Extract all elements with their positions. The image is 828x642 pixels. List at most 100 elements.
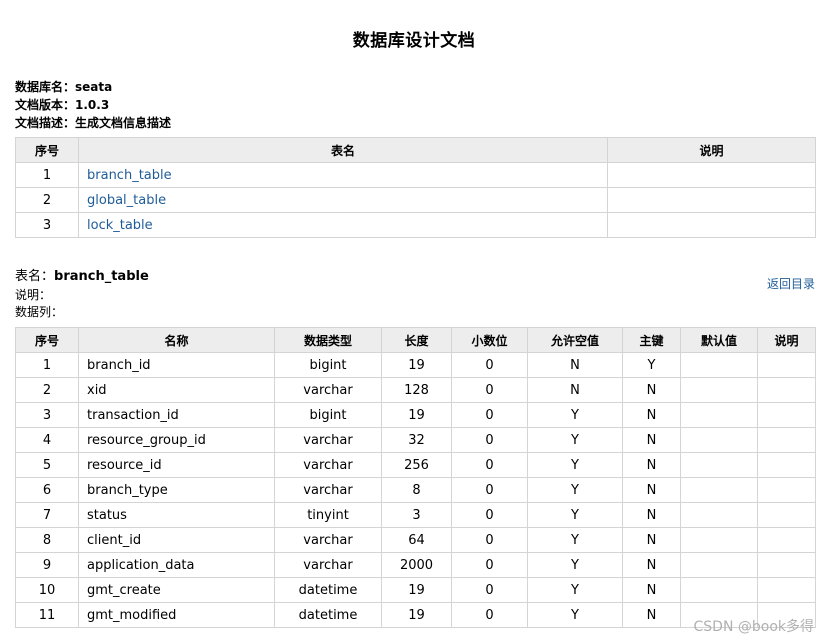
doc-title: 数据库设计文档 [352,31,476,51]
col-default [680,527,758,553]
table-link-branch-table[interactable]: branch_table [87,168,172,183]
col-desc [757,477,816,503]
table-link-global-table[interactable]: global_table [87,193,166,208]
toc-row-desc [607,212,816,238]
toc-row: 3 lock_table [15,212,816,238]
back-to-toc-link[interactable]: 返回目录 [767,275,815,292]
col-length: 64 [381,527,452,553]
col-nullable: Y [527,577,623,603]
col-length: 128 [381,377,452,403]
doc-description-line: 文档描述：生成文档信息描述 [15,114,171,132]
doc-description-value: 生成文档信息描述 [75,116,172,130]
col-no: 1 [15,352,79,378]
column-row: 4 resource_group_id varchar 32 0 Y N [15,427,816,453]
col-scale: 0 [451,377,528,403]
col-primary-key: N [622,377,681,403]
col-type: varchar [274,527,382,553]
col-primary-key: N [622,402,681,428]
col-name: status [78,502,275,528]
col-desc [757,427,816,453]
col-no: 10 [15,577,79,603]
col-type: varchar [274,452,382,478]
col-type: varchar [274,427,382,453]
col-header-no: 序号 [15,327,79,353]
col-scale: 0 [451,502,528,528]
col-type: varchar [274,477,382,503]
col-name: resource_group_id [78,427,275,453]
col-name: application_data [78,552,275,578]
col-desc [757,452,816,478]
col-default [680,377,758,403]
col-desc [757,402,816,428]
section-table-name-line: 表名：branch_table [15,268,149,285]
col-no: 8 [15,527,79,553]
col-name: gmt_create [78,577,275,603]
col-header-scale: 小数位 [451,327,528,353]
col-scale: 0 [451,527,528,553]
col-scale: 0 [451,452,528,478]
column-row: 9 application_data varchar 2000 0 Y N [15,552,816,578]
col-nullable: Y [527,502,623,528]
col-name: client_id [78,527,275,553]
toc-row-no: 2 [15,187,79,213]
col-primary-key: N [622,477,681,503]
csdn-watermark: CSDN @book多得 [693,619,815,635]
col-name: resource_id [78,452,275,478]
col-desc [757,527,816,553]
col-type: datetime [274,577,382,603]
col-header-desc: 说明 [757,327,816,353]
toc-row-name-cell: branch_table [78,162,608,188]
col-length: 19 [381,577,452,603]
col-length: 19 [381,602,452,628]
toc-row-name-cell: global_table [78,187,608,213]
col-name: branch_id [78,352,275,378]
col-scale: 0 [451,602,528,628]
col-desc [757,577,816,603]
col-length: 32 [381,427,452,453]
col-nullable: N [527,352,623,378]
col-length: 8 [381,477,452,503]
col-nullable: N [527,377,623,403]
col-length: 3 [381,502,452,528]
column-row: 5 resource_id varchar 256 0 Y N [15,452,816,478]
toc-row: 1 branch_table [15,162,816,188]
col-type: datetime [274,602,382,628]
col-scale: 0 [451,577,528,603]
section-columns-label: 数据列： [15,305,64,319]
column-row: 6 branch_type varchar 8 0 Y N [15,477,816,503]
col-name: transaction_id [78,402,275,428]
doc-version-label: 文档版本： [15,98,76,112]
database-name-value: seata [75,80,113,94]
column-row: 2 xid varchar 128 0 N N [15,377,816,403]
database-name-line: 数据库名：seata [15,78,112,96]
toc-header-no: 序号 [15,137,79,163]
column-row: 1 branch_id bigint 19 0 N Y [15,352,816,378]
col-primary-key: N [622,577,681,603]
col-default [680,502,758,528]
table-link-lock-table[interactable]: lock_table [87,218,153,233]
col-desc [757,377,816,403]
doc-description-label: 文档描述： [15,116,76,130]
col-type: bigint [274,352,382,378]
col-nullable: Y [527,452,623,478]
col-no: 7 [15,502,79,528]
col-scale: 0 [451,427,528,453]
col-no: 2 [15,377,79,403]
col-primary-key: N [622,527,681,553]
col-length: 256 [381,452,452,478]
col-nullable: Y [527,552,623,578]
col-scale: 0 [451,552,528,578]
database-name-label: 数据库名： [15,80,76,94]
col-scale: 0 [451,477,528,503]
col-header-nullable: 允许空值 [527,327,623,353]
col-nullable: Y [527,602,623,628]
col-nullable: Y [527,527,623,553]
toc-row-no: 3 [15,212,79,238]
toc-header-name: 表名 [78,137,608,163]
col-header-type: 数据类型 [274,327,382,353]
col-nullable: Y [527,402,623,428]
col-type: tinyint [274,502,382,528]
col-no: 3 [15,402,79,428]
toc-row-desc [607,187,816,213]
col-desc [757,502,816,528]
